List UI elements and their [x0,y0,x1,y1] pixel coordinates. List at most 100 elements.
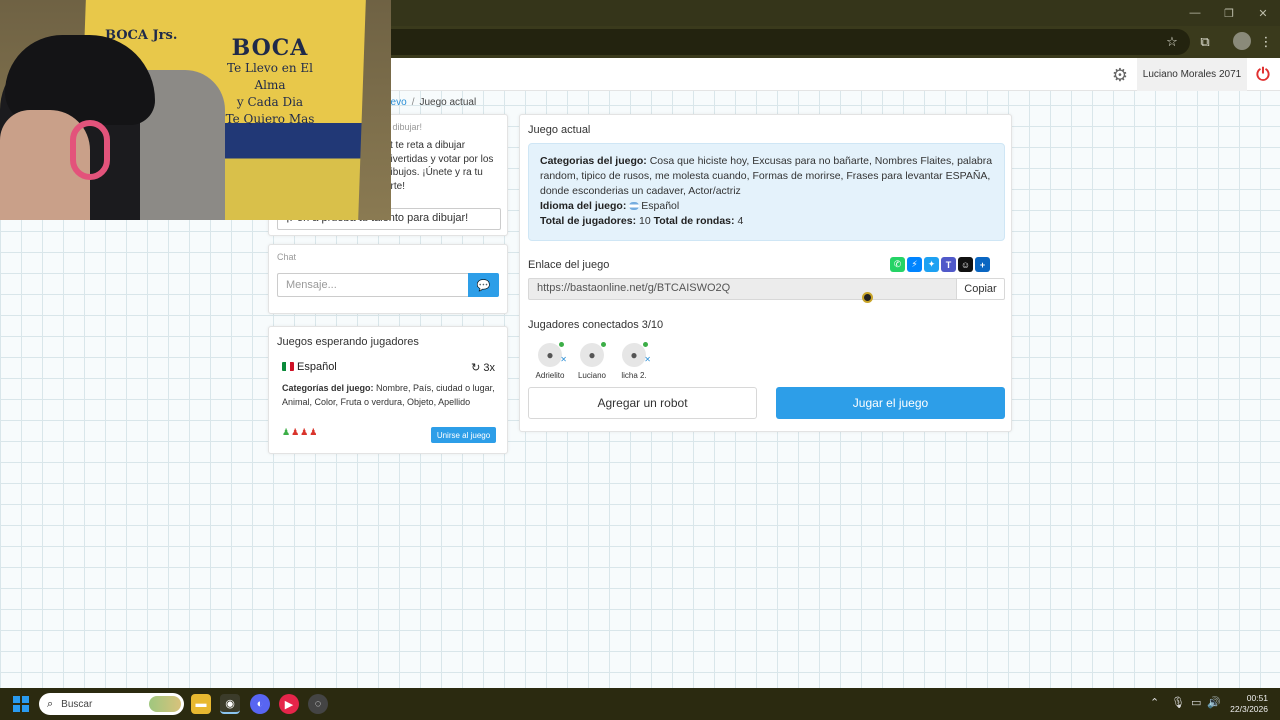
chat-send-button[interactable]: 💬 [468,273,499,297]
taskbar: ⌕ Buscar ▬ ◉ ◐ ▶ ◌ ⌃ 🎙 ▭ 🔊 00:51 22/3/20… [0,688,1280,720]
close-icon[interactable]: ✕ [1246,0,1280,26]
rounds-cycle-icon: ↻ [471,362,481,374]
players-total-label: Total de jugadores: [540,215,637,227]
file-explorer-icon[interactable]: ▬ [191,694,211,714]
cloth-line-1: Te Llevo en El Alma [227,61,313,92]
browser-menu-icon[interactable]: ⋮ [1255,31,1277,53]
chrome-icon[interactable]: ◉ [220,694,240,714]
chat-card: Chat Mensaje... 💬 [268,244,508,314]
mouse-cursor-icon [862,292,873,303]
promo-description: st te reta a dibujar divertidas y votar … [385,140,494,192]
windows-start-icon[interactable] [13,696,29,712]
waiting-game-language: Español [282,361,337,373]
game-language-label: Idioma del juego: [540,200,627,212]
waiting-games-card: Juegos esperando jugadores Español ↻ 3x … [268,326,508,454]
copy-link-button[interactable]: Copiar [956,278,1005,300]
game-link-input[interactable]: https://bastaonline.net/g/BTCAISWO2Q [528,278,957,300]
user-name[interactable]: Luciano Morales 2071 [1137,58,1247,91]
waiting-games-title: Juegos esperando jugadores [277,336,419,348]
connected-players-label: Jugadores conectados 3/10 [528,319,664,331]
breadcrumb-separator: / [411,97,415,108]
waiting-game-player-slots: ♟♟♟♟ [282,427,318,438]
snapchat-icon[interactable]: ☺ [958,257,973,272]
search-highlight-image [149,696,181,712]
cloth-line-2: y Cada Dia [236,95,304,109]
player-empty-icon: ♟ [309,427,319,437]
breadcrumb: uevo / Juego actual [385,97,476,108]
online-status-dot [559,342,564,347]
argentina-flag-icon [629,202,640,210]
address-bar[interactable] [300,29,1190,55]
window-controls: — ❐ ✕ [1178,0,1280,26]
rounds-total-label: Total de rondas: [653,215,735,227]
rounds-total-value: 4 [737,215,744,227]
user-avatar-icon: ● ✕ [622,342,651,367]
add-robot-button[interactable]: Agregar un robot [528,387,757,419]
network-icon[interactable]: ▭ [1191,696,1201,709]
whatsapp-icon[interactable]: ✆ [890,257,905,272]
waiting-game-multiplier: ↻ 3x [471,361,495,374]
player-online-icon: ♟ [282,427,292,437]
kick-player-icon[interactable]: ✕ [560,348,567,372]
online-status-dot [601,342,606,347]
microphone-icon[interactable]: 🎙 [1171,696,1185,709]
waiting-game-multiplier-label: 3x [483,362,495,374]
cloth-text: BOCA Te Llevo en El Alma y Cada Dia Te Q… [215,36,325,128]
headset-icon [70,120,110,180]
play-game-button[interactable]: Jugar el juego [776,387,1005,419]
taskbar-search[interactable]: ⌕ Buscar [39,693,184,715]
chat-title: Chat [277,252,297,262]
app-icon[interactable]: ◌ [308,694,328,714]
gear-icon[interactable]: ⚙ [1109,64,1131,86]
game-totals: Total de jugadores: 10 Total de rondas: … [540,214,993,229]
player-name: licha 2. [621,371,647,380]
search-icon: ⌕ [47,697,54,710]
player-empty-icon: ♟ [291,427,301,437]
clock-time: 00:51 [1246,693,1268,703]
player-name: Adrielito [535,371,565,380]
chat-message-input[interactable]: Mensaje... [277,273,469,297]
webcam-overlay: BOCA Jrs. BOCA Te Llevo en El Alma y Cad… [0,0,391,220]
game-info-panel: Categorias del juego: Cosa que hiciste h… [528,143,1005,241]
waiting-game-categories-label: Categorías del juego: [282,383,374,393]
mexico-flag-icon [282,362,294,371]
waiting-game-language-label: Español [297,361,337,373]
current-game-title: Juego actual [528,124,591,136]
extensions-icon[interactable]: ⧉ [1194,31,1216,53]
messenger-icon[interactable]: ⚡ [907,257,922,272]
cloth-big-text: BOCA [231,35,309,61]
twitter-icon[interactable]: ✦ [924,257,939,272]
tray-chevron-icon[interactable]: ⌃ [1150,696,1159,709]
volume-icon[interactable]: 🔊 [1207,696,1221,709]
media-player-icon[interactable]: ▶ [279,694,299,714]
clock-date: 22/3/2026 [1230,704,1268,714]
game-categories: Categorias del juego: Cosa que hiciste h… [540,154,993,199]
current-game-card: Juego actual Categorias del juego: Cosa … [519,114,1012,432]
logout-power-icon[interactable]: ⏻ [1252,64,1274,86]
share-buttons: ✆ ⚡ ✦ T ☺ + [890,257,990,272]
player-card: ● ✕ licha 2. [614,342,654,380]
game-categories-label: Categorias del juego: [540,155,647,167]
profile-avatar[interactable] [1233,32,1251,50]
discord-icon[interactable]: ◐ [250,694,270,714]
taskbar-search-placeholder: Buscar [61,698,93,710]
kick-player-icon[interactable]: ✕ [644,348,651,372]
bookmark-star-icon[interactable]: ☆ [1161,31,1183,53]
join-game-button[interactable]: Unirse al juego [431,427,496,443]
user-avatar-icon: ● [580,342,606,367]
game-link-label: Enlace del juego [528,259,610,271]
waiting-game-categories: Categorías del juego: Nombre, País, ciud… [282,382,500,409]
speech-bubble-icon: 💬 [476,279,491,292]
minimize-icon[interactable]: — [1178,0,1212,26]
cloth-line-3: Te Quiero Mas [225,112,315,126]
players-total-value: 10 [639,215,651,227]
game-language: Idioma del juego: Español [540,199,993,214]
player-card: ● ✕ Adrielito [530,342,570,380]
user-avatar-icon: ● ✕ [538,342,567,367]
teams-icon[interactable]: T [941,257,956,272]
add-share-icon[interactable]: + [975,257,990,272]
player-name: Luciano [577,371,607,380]
breadcrumb-current: Juego actual [419,97,477,108]
restore-icon[interactable]: ❐ [1212,0,1246,26]
taskbar-clock[interactable]: 00:51 22/3/2026 [1226,693,1268,715]
